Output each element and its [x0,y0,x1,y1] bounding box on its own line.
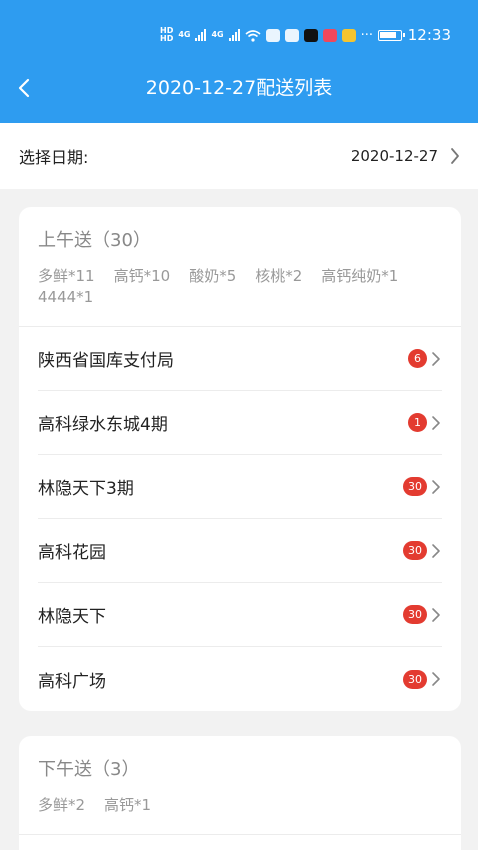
clock: 12:33 [407,26,451,44]
location-name: 高科绿水东城4期 [38,415,168,435]
app-notification-icon [284,28,299,42]
product-summary-item: 高钙*1 [104,796,152,814]
location-row[interactable]: 陕西省国库支付局 6 [38,327,442,391]
chevron-right-icon [432,672,440,686]
count-badge: 30 [403,541,427,560]
product-summary-item: 多鲜*11 [38,267,95,285]
card-title: 下午送（3） [38,759,140,780]
status-icons: HD HD 4G 4G ··· [160,18,373,52]
product-summary-item: 酸奶*5 [189,267,237,285]
date-selector-value[interactable]: 2020-12-27 [351,147,438,165]
location-row[interactable]: 高科绿水东城4期 1 [38,391,442,455]
count-badge: 30 [403,605,427,624]
hd-label: HD [160,34,174,43]
location-row[interactable]: 林隐天下 30 [38,583,442,647]
chevron-right-icon [432,351,440,366]
app-notification-icon [322,28,337,42]
date-selector[interactable]: 选择日期: 2020-12-27 [0,123,478,189]
card-title: 上午送（30） [38,230,151,251]
chevron-right-icon [432,479,440,494]
product-summary-item: 多鲜*2 [38,796,86,814]
product-summary-item: 4444*1 [38,288,94,306]
chevron-right-icon [432,543,440,558]
location-list [19,834,461,835]
network-type-label: 4G [211,30,224,39]
network-type-label: 4G [178,30,191,39]
chevron-right-icon [432,607,440,622]
chevron-right-icon [432,415,440,430]
location-name: 高科广场 [38,671,106,692]
date-selector-label: 选择日期: [19,148,89,167]
hd-indicator: HD HD [160,27,173,43]
app-notification-icon [265,28,280,42]
count-badge: 30 [403,669,427,689]
battery-icon [377,29,405,41]
location-name: 陕西省国库支付局 [38,351,174,371]
signal-icon [195,29,207,41]
chevron-right-icon [451,148,459,164]
product-summary-item: 高钙*10 [113,267,171,285]
wifi-icon [245,29,261,42]
product-summary: 多鲜*2 高钙*1 [38,795,442,816]
page-title: 2020-12-27配送列表 [145,77,333,99]
product-summary: 多鲜*11 高钙*10 酸奶*5 核桃*2 高钙纯奶*1 4444*1 [38,266,442,308]
count-badge: 30 [403,477,427,496]
app-notification-icon [341,28,356,42]
location-row[interactable]: 高科花园 30 [38,519,442,583]
location-row[interactable]: 林隐天下3期 30 [38,455,442,519]
morning-delivery-card: 上午送（30） 多鲜*11 高钙*10 酸奶*5 核桃*2 高钙纯奶*1 444… [19,207,461,711]
location-name: 林隐天下3期 [38,479,134,499]
more-icon: ··· [360,27,374,43]
count-badge: 6 [408,349,427,368]
app-header: HD HD 4G 4G ··· 12:33 2020-12-27配送列表 [0,0,478,123]
location-name: 林隐天下 [38,607,106,627]
count-badge: 1 [408,413,427,432]
afternoon-delivery-card: 下午送（3） 多鲜*2 高钙*1 [19,736,461,850]
status-time-area: 12:33 [377,18,451,52]
tiktok-icon [303,28,318,42]
location-list: 陕西省国库支付局 6 高科绿水东城4期 1 林隐天下3期 30 高科花园 30 … [19,326,461,711]
signal-icon [228,29,240,41]
location-row[interactable]: 高科广场 30 [38,647,442,711]
product-summary-item: 高钙纯奶*1 [321,267,399,285]
location-name: 高科花园 [38,543,106,563]
status-bar: HD HD 4G 4G ··· 12:33 [0,18,478,52]
product-summary-item: 核桃*2 [255,267,303,285]
